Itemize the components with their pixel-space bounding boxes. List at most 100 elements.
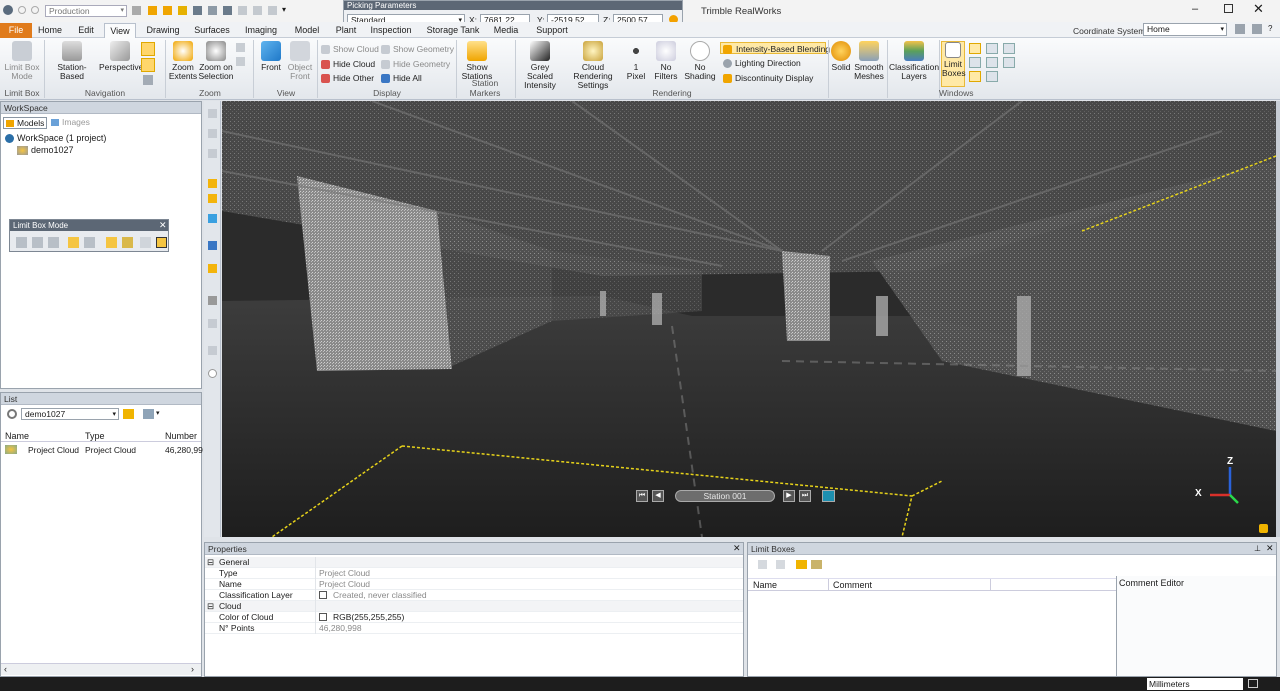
pan-icon[interactable] <box>143 75 153 85</box>
shading-button[interactable]: No Shading <box>684 41 716 81</box>
coordinate-frame-icon[interactable] <box>1252 24 1262 34</box>
tab-storage-tank[interactable]: Storage Tank <box>425 23 481 38</box>
property-section-cloud[interactable]: ⊟ Cloud <box>205 601 743 612</box>
hide-cloud-button[interactable]: Hide Cloud <box>321 58 375 70</box>
property-row[interactable]: N° Points 46,280,998 <box>205 623 743 634</box>
forward-icon[interactable] <box>31 6 39 14</box>
object-front-button[interactable]: Object Front <box>286 41 314 81</box>
measure-icon[interactable] <box>208 194 217 203</box>
view-icon[interactable] <box>208 214 217 223</box>
rotate-icon[interactable] <box>48 237 59 248</box>
station-view-icon[interactable] <box>822 490 835 502</box>
vertical-scrollbar[interactable] <box>1276 101 1280 537</box>
list-window-icon[interactable] <box>969 57 981 68</box>
property-row[interactable]: Color of Cloud RGB(255,255,255) <box>205 612 743 623</box>
show-stations-button[interactable]: Show Stations <box>459 41 495 81</box>
zoom-out-icon[interactable] <box>236 57 245 66</box>
window-arrange-icon[interactable] <box>1003 57 1015 68</box>
collapse-icon[interactable]: ⊟ <box>207 557 214 568</box>
point-size-button[interactable]: 1 Pixel <box>625 41 647 81</box>
front-button[interactable]: Front <box>256 41 286 72</box>
tab-models[interactable]: Models <box>3 117 47 129</box>
tree-item-workspace[interactable]: WorkSpace (1 project) <box>5 133 106 143</box>
show-geometry-button[interactable]: Show Geometry <box>381 43 454 55</box>
intensity-based-blending-button[interactable]: Intensity-Based Blending <box>720 42 830 54</box>
station-based-button[interactable]: Station-Based <box>46 41 98 81</box>
tree-item-project[interactable]: demo1027 <box>17 145 74 155</box>
chevron-left-icon[interactable]: ‹ <box>4 664 7 674</box>
tool-icon[interactable] <box>208 346 217 355</box>
property-row[interactable]: Type Project Cloud <box>205 568 743 579</box>
tab-images[interactable]: Images <box>49 117 93 129</box>
help-icon[interactable]: ? <box>1268 24 1272 33</box>
tab-imaging[interactable]: Imaging <box>240 23 282 38</box>
folder-icon[interactable] <box>123 409 134 419</box>
hide-other-button[interactable]: Hide Other <box>321 72 374 84</box>
select-icon[interactable] <box>106 237 117 248</box>
chevron-right-icon[interactable]: › <box>191 664 194 674</box>
tab-file[interactable]: File <box>0 23 32 38</box>
navigation-mode-icon[interactable] <box>141 42 155 56</box>
zoom-extents-button[interactable]: Zoom Extents <box>168 41 198 81</box>
property-section-general[interactable]: ⊟ General <box>205 557 743 568</box>
checkbox[interactable] <box>319 591 327 599</box>
column-header-comment[interactable]: Comment <box>833 580 872 590</box>
tab-drawing[interactable]: Drawing <box>142 23 184 38</box>
tab-edit[interactable]: Edit <box>70 23 102 38</box>
tool-icon[interactable] <box>208 149 217 158</box>
open-project-icon[interactable] <box>163 6 172 15</box>
customize-icon[interactable]: ▾ <box>282 5 286 14</box>
column-header-number[interactable]: Number <box>165 431 197 441</box>
next-station-button[interactable]: ▶ <box>783 490 795 502</box>
lock-icon[interactable] <box>1259 524 1268 533</box>
tab-surfaces[interactable]: Surfaces <box>191 23 233 38</box>
property-row[interactable]: Name Project Cloud <box>205 579 743 590</box>
edit-icon[interactable] <box>776 560 785 569</box>
station-selector[interactable]: Station 001 <box>675 490 775 502</box>
open-icon[interactable] <box>148 6 157 15</box>
column-header-type[interactable]: Type <box>85 431 105 441</box>
pick-icon[interactable] <box>208 179 217 188</box>
coordinate-system-select[interactable]: Home ▾ <box>1143 23 1227 36</box>
move-icon[interactable] <box>32 237 43 248</box>
window-cascade-icon[interactable] <box>1003 43 1015 54</box>
quick-access-combo[interactable]: Production ▾ <box>45 5 127 17</box>
discontinuity-display-button[interactable]: Discontinuity Display <box>723 72 813 84</box>
table-row[interactable]: Project Cloud Project Cloud 46,280,99 <box>1 444 203 456</box>
tab-view[interactable]: View <box>104 23 136 38</box>
save-folder-icon[interactable] <box>811 560 822 569</box>
smooth-meshes-button[interactable]: Smooth Meshes <box>854 41 884 81</box>
units-field[interactable]: Millimeters <box>1147 678 1243 690</box>
comment-editor[interactable]: Comment Editor <box>1116 576 1276 676</box>
remove-icon[interactable] <box>758 560 767 569</box>
classification-layers-button[interactable]: Classification Layers <box>889 41 939 81</box>
sphere-icon[interactable] <box>208 369 217 378</box>
properties-window-icon[interactable] <box>969 71 981 82</box>
window-layout-icon[interactable] <box>986 43 998 54</box>
close-icon[interactable]: ✕ <box>733 543 741 554</box>
window-tile-icon[interactable] <box>986 57 998 68</box>
box-icon[interactable] <box>16 237 27 248</box>
hand-icon[interactable] <box>68 237 79 248</box>
list-filter-combo[interactable]: demo1027 ▾ <box>21 408 119 420</box>
tab-home[interactable]: Home <box>34 23 66 38</box>
workspace-window-icon[interactable] <box>969 43 981 54</box>
window-split-icon[interactable] <box>986 71 998 82</box>
maximize-icon[interactable] <box>1224 4 1233 13</box>
undo-icon[interactable] <box>238 6 247 15</box>
camera-icon[interactable] <box>208 241 217 250</box>
solid-button[interactable]: Solid <box>830 41 852 72</box>
back-icon[interactable] <box>18 6 26 14</box>
hide-geometry-button[interactable]: Hide Geometry <box>381 58 450 70</box>
tool-icon[interactable] <box>208 129 217 138</box>
last-station-button[interactable]: ⏭ <box>799 490 811 502</box>
tool-icon[interactable] <box>268 6 277 15</box>
folder-icon[interactable] <box>178 6 187 15</box>
coordinate-system-icon[interactable] <box>1235 24 1245 34</box>
tab-support[interactable]: Support <box>532 23 572 38</box>
filters-button[interactable]: No Filters <box>652 41 680 81</box>
tab-model[interactable]: Model <box>290 23 324 38</box>
save-as-icon[interactable] <box>223 6 232 15</box>
segment-icon[interactable] <box>208 264 217 273</box>
point-cloud-viewport[interactable]: ⏮ ◀ Station 001 ▶ ⏭ Z X <box>222 101 1276 537</box>
